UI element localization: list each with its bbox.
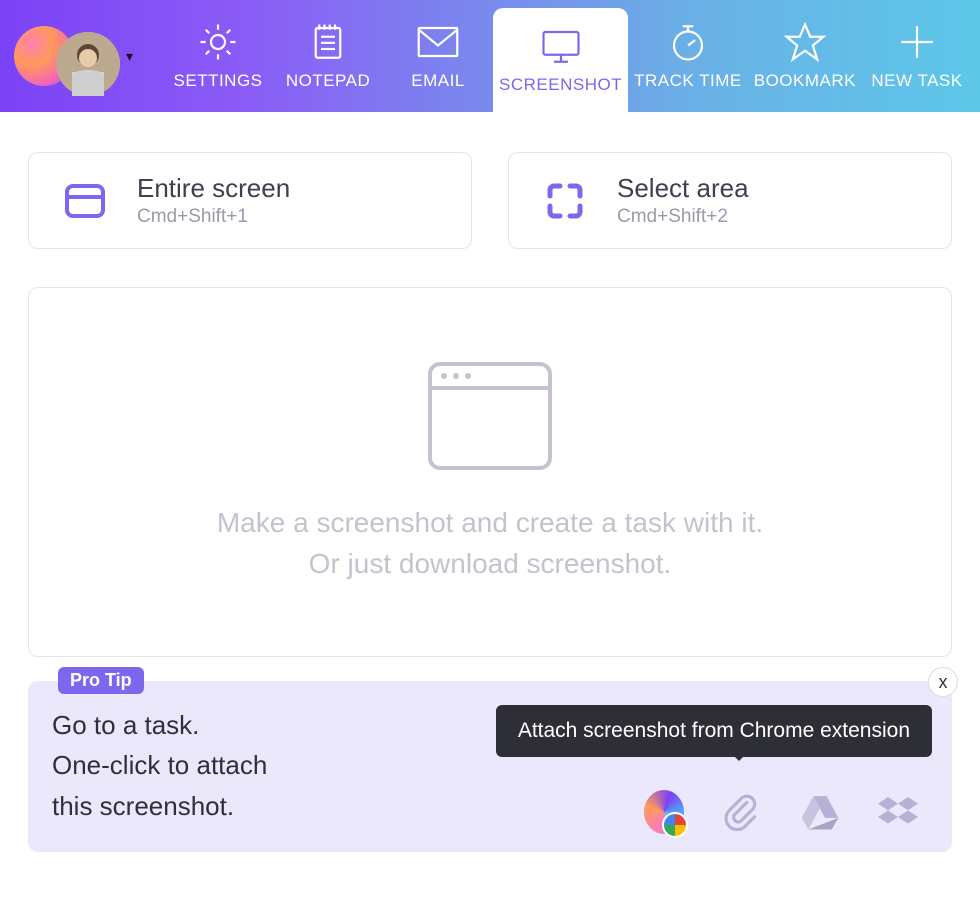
gear-icon bbox=[197, 21, 239, 63]
attach-tooltip: Attach screenshot from Chrome extension bbox=[496, 705, 932, 757]
dropbox-icon[interactable] bbox=[878, 792, 918, 832]
capture-options: Entire screen Cmd+Shift+1 Select area Cm… bbox=[0, 112, 980, 249]
chevron-down-icon[interactable]: ▾ bbox=[126, 48, 133, 65]
paperclip-icon[interactable] bbox=[722, 792, 762, 832]
nav-label: SCREENSHOT bbox=[499, 75, 622, 95]
capture-shortcut: Cmd+Shift+1 bbox=[137, 206, 290, 228]
profile-area[interactable]: ▾ bbox=[0, 0, 143, 112]
capture-title: Select area bbox=[617, 173, 749, 204]
screenshot-dropzone[interactable]: Make a screenshot and create a task with… bbox=[28, 287, 952, 657]
nav-label: NEW TASK bbox=[871, 71, 962, 91]
clickup-chrome-icon[interactable] bbox=[644, 792, 684, 832]
tab-track-time[interactable]: TRACK TIME bbox=[628, 0, 748, 112]
pro-tip-text: Go to a task. One-click to attach this s… bbox=[52, 705, 352, 826]
nav-label: BOOKMARK bbox=[754, 71, 856, 91]
google-drive-icon[interactable] bbox=[800, 792, 840, 832]
pro-tip-badge: Pro Tip bbox=[58, 667, 144, 694]
tab-bookmark[interactable]: BOOKMARK bbox=[748, 0, 862, 112]
notepad-icon bbox=[307, 21, 349, 63]
nav-label: SETTINGS bbox=[174, 71, 263, 91]
tab-email[interactable]: EMAIL bbox=[383, 0, 493, 112]
window-icon bbox=[57, 179, 113, 223]
tab-notepad[interactable]: NOTEPAD bbox=[273, 0, 383, 112]
pro-tip-panel: Pro Tip x Go to a task. One-click to att… bbox=[28, 681, 952, 852]
crop-icon bbox=[537, 179, 593, 223]
entire-screen-button[interactable]: Entire screen Cmd+Shift+1 bbox=[28, 152, 472, 249]
capture-title: Entire screen bbox=[137, 173, 290, 204]
avatar bbox=[56, 32, 120, 96]
stopwatch-icon bbox=[667, 21, 709, 63]
tab-new-task[interactable]: NEW TASK bbox=[862, 0, 972, 112]
app-header: ▾ SETTINGS NOTEPAD EMAIL SCREENSHOT bbox=[0, 0, 980, 112]
dropzone-text: Make a screenshot and create a task with… bbox=[217, 503, 763, 584]
attach-source-row bbox=[644, 792, 918, 832]
monitor-icon bbox=[540, 25, 582, 67]
close-button[interactable]: x bbox=[928, 667, 958, 697]
star-icon bbox=[784, 21, 826, 63]
nav-label: TRACK TIME bbox=[634, 71, 742, 91]
capture-shortcut: Cmd+Shift+2 bbox=[617, 206, 749, 228]
email-icon bbox=[417, 21, 459, 63]
tab-settings[interactable]: SETTINGS bbox=[163, 0, 273, 112]
tab-screenshot[interactable]: SCREENSHOT bbox=[493, 8, 628, 112]
clickup-logo bbox=[14, 26, 74, 86]
top-nav: SETTINGS NOTEPAD EMAIL SCREENSHOT TRACK … bbox=[163, 0, 980, 112]
select-area-button[interactable]: Select area Cmd+Shift+2 bbox=[508, 152, 952, 249]
plus-icon bbox=[896, 21, 938, 63]
browser-window-icon bbox=[426, 360, 554, 477]
nav-label: EMAIL bbox=[411, 71, 465, 91]
nav-label: NOTEPAD bbox=[286, 71, 370, 91]
